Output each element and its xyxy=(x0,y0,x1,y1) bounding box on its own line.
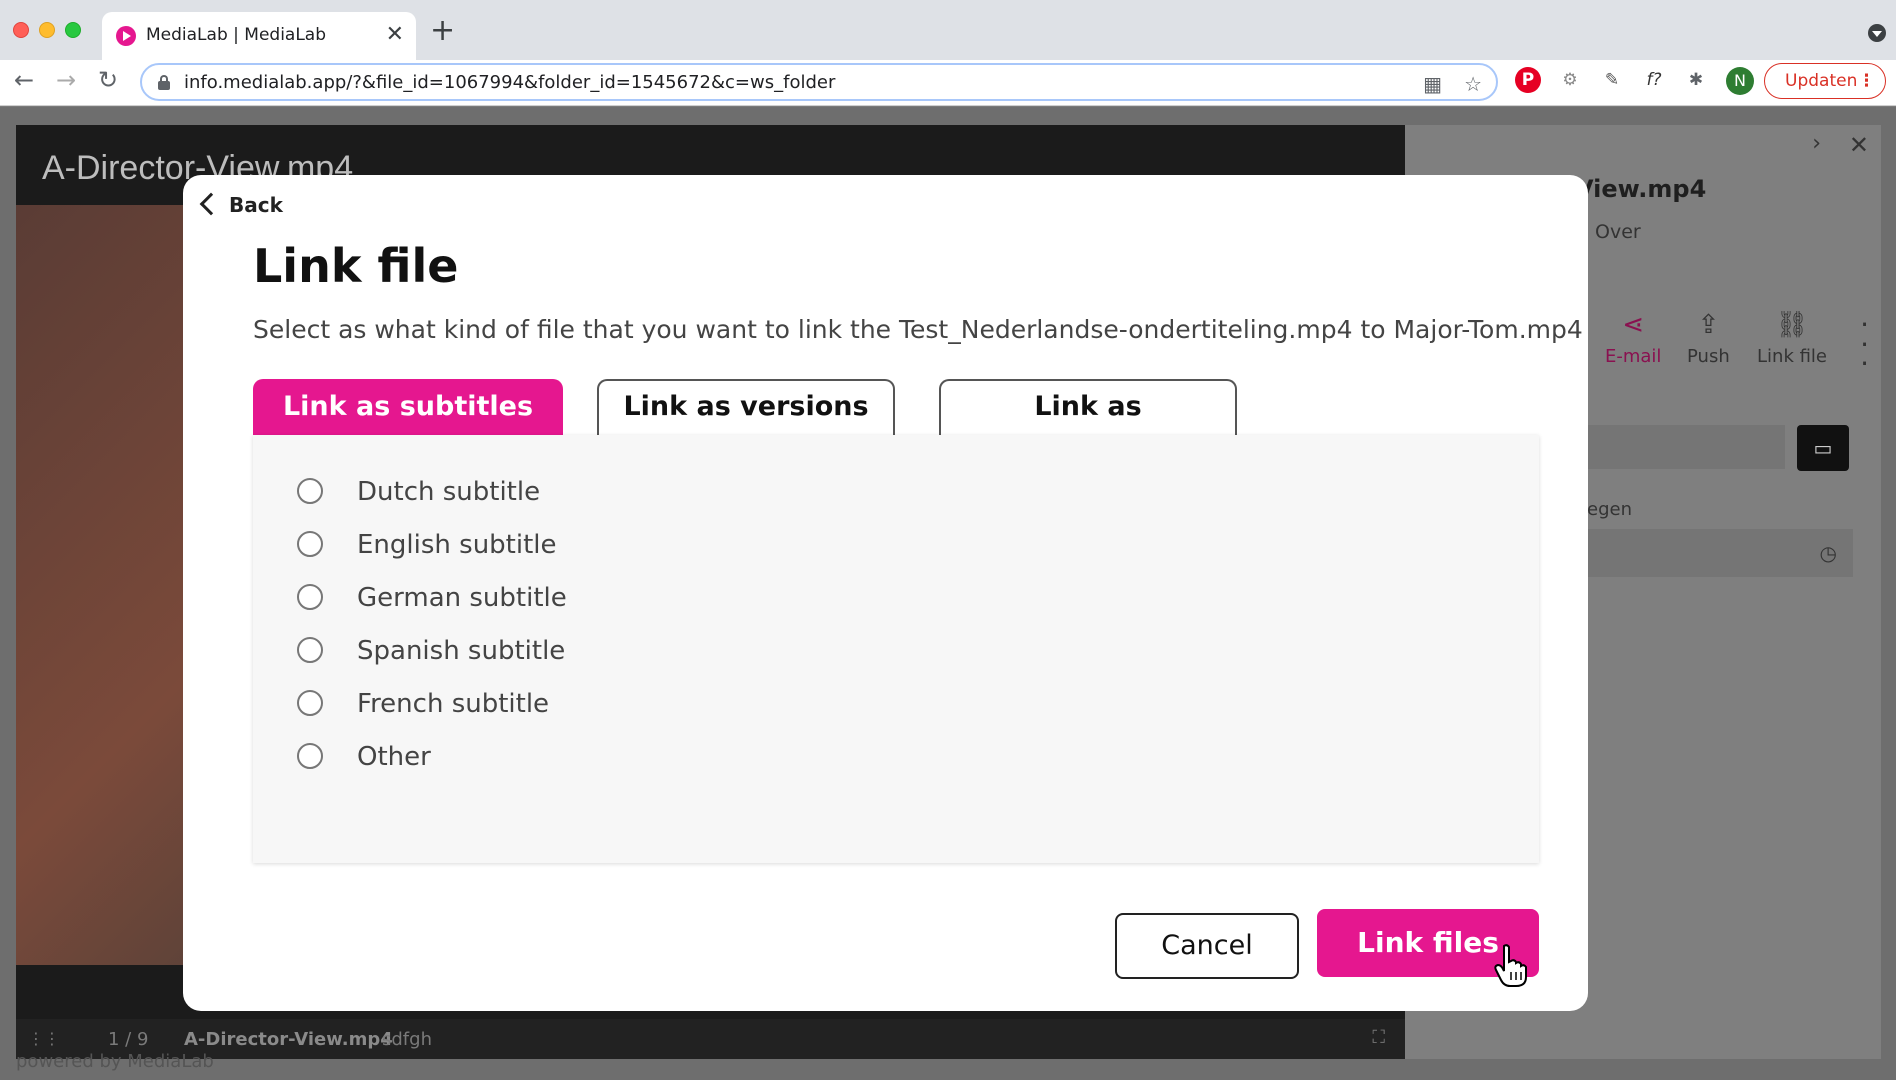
hand-pointer-cursor-icon xyxy=(1494,944,1527,987)
push-action-label: Push xyxy=(1687,346,1730,367)
tab-link-as-translations[interactable]: Link as translations xyxy=(939,379,1237,474)
forward-arrow-icon[interactable]: → xyxy=(56,68,76,92)
extensions-puzzle-icon[interactable]: ✱ xyxy=(1683,67,1709,93)
subtitle-options-panel: Dutch subtitle English subtitle German s… xyxy=(253,435,1539,863)
link-file-dialog: Back Link file Select as what kind of fi… xyxy=(183,175,1588,1011)
share-icon: ⋖ xyxy=(1622,310,1645,340)
radio-button[interactable] xyxy=(297,637,323,663)
more-menu-icon: ⋮ xyxy=(1858,71,1875,91)
option-label: Spanish subtitle xyxy=(357,636,566,666)
radio-button[interactable] xyxy=(297,478,323,504)
back-arrow-icon[interactable]: ← xyxy=(14,68,34,92)
chevron-right-icon[interactable]: › xyxy=(1812,131,1821,156)
more-vertical-icon[interactable]: · · · xyxy=(1860,311,1869,378)
address-bar[interactable]: info.medialab.app/?&file_id=1067994&fold… xyxy=(140,63,1498,101)
formula-extension-icon[interactable]: f? xyxy=(1641,67,1667,93)
radio-button[interactable] xyxy=(297,743,323,769)
link-file-action-label: Link file xyxy=(1757,346,1827,367)
qr-code-icon[interactable]: ▦ xyxy=(1423,72,1442,96)
medialab-favicon-icon xyxy=(116,26,136,46)
option-label: Dutch subtitle xyxy=(357,477,541,507)
back-button[interactable]: Back xyxy=(199,192,283,217)
reload-icon[interactable]: ↻ xyxy=(98,68,118,92)
lock-icon xyxy=(158,75,170,90)
close-icon[interactable]: ✕ xyxy=(1849,131,1869,159)
grid-view-icon[interactable]: ⋮⋮ xyxy=(28,1029,60,1048)
radio-button[interactable] xyxy=(297,531,323,557)
push-action[interactable]: ⇪ Push xyxy=(1687,310,1730,367)
tab-link-as-versions[interactable]: Link as versions xyxy=(597,379,895,435)
update-button-label: Updaten xyxy=(1785,71,1858,91)
radio-button[interactable] xyxy=(297,690,323,716)
comment-input[interactable] xyxy=(1585,425,1785,469)
back-label: Back xyxy=(229,193,283,217)
bookmark-star-icon[interactable]: ☆ xyxy=(1464,72,1482,96)
url-text[interactable]: info.medialab.app/?&file_id=1067994&fold… xyxy=(184,72,835,93)
file-tag: sdfgh xyxy=(382,1029,432,1050)
side-panel-title: View.mp4 xyxy=(1575,175,1707,203)
file-counter: 1 / 9 xyxy=(108,1029,149,1050)
pinterest-extension-icon[interactable]: P xyxy=(1515,67,1541,93)
comment-icon[interactable]: ▭ xyxy=(1797,425,1849,471)
option-label: French subtitle xyxy=(357,689,550,719)
tab-link-as-subtitles[interactable]: Link as subtitles xyxy=(253,379,563,435)
side-panel-subtitle: Over xyxy=(1595,221,1641,243)
new-tab-button[interactable]: + xyxy=(430,16,455,46)
fullscreen-icon[interactable]: ⛶ xyxy=(1372,1027,1385,1048)
window-close-button[interactable] xyxy=(13,22,29,38)
update-browser-button[interactable]: Updaten ⋮ xyxy=(1764,63,1886,99)
tab-title: MediaLab | MediaLab xyxy=(146,25,327,45)
current-file-name: A-Director-View.mp4 xyxy=(184,1029,393,1050)
window-zoom-button[interactable] xyxy=(65,22,81,38)
profile-avatar[interactable]: N xyxy=(1726,67,1754,95)
dialog-description: Select as what kind of file that you wan… xyxy=(253,315,1583,344)
upload-icon: ⇪ xyxy=(1697,310,1720,340)
window-minimize-button[interactable] xyxy=(39,22,55,38)
option-label: Other xyxy=(357,742,431,772)
date-field[interactable] xyxy=(1585,529,1853,577)
link-file-action[interactable]: ⛓ Link file xyxy=(1757,310,1827,367)
browser-tab-bar: MediaLab | MediaLab ✕ + xyxy=(0,0,1896,60)
dialog-title: Link file xyxy=(253,239,459,293)
powered-by-text: powered by MediaLab xyxy=(16,1051,214,1072)
option-label: English subtitle xyxy=(357,530,557,560)
gear-extension-icon[interactable]: ⚙ xyxy=(1557,67,1583,93)
eyedropper-extension-icon[interactable]: ✎ xyxy=(1599,67,1625,93)
option-label: German subtitle xyxy=(357,583,567,613)
browser-tab[interactable]: MediaLab | MediaLab ✕ xyxy=(102,12,416,60)
radio-button[interactable] xyxy=(297,584,323,610)
player-bottom-bar: ⋮⋮ 1 / 9 A-Director-View.mp4 sdfgh ⛶ xyxy=(16,1019,1405,1059)
tab-close-icon[interactable]: ✕ xyxy=(386,22,404,47)
email-share-action[interactable]: ⋖ E-mail xyxy=(1605,310,1661,367)
chevron-left-icon xyxy=(199,192,223,216)
link-icon: ⛓ xyxy=(1775,310,1809,340)
email-action-label: E-mail xyxy=(1605,346,1662,367)
clock-icon[interactable]: ◷ xyxy=(1820,541,1837,565)
field-label: egen xyxy=(1587,499,1632,520)
cancel-button[interactable]: Cancel xyxy=(1115,913,1299,979)
tab-search-icon[interactable] xyxy=(1868,24,1886,42)
